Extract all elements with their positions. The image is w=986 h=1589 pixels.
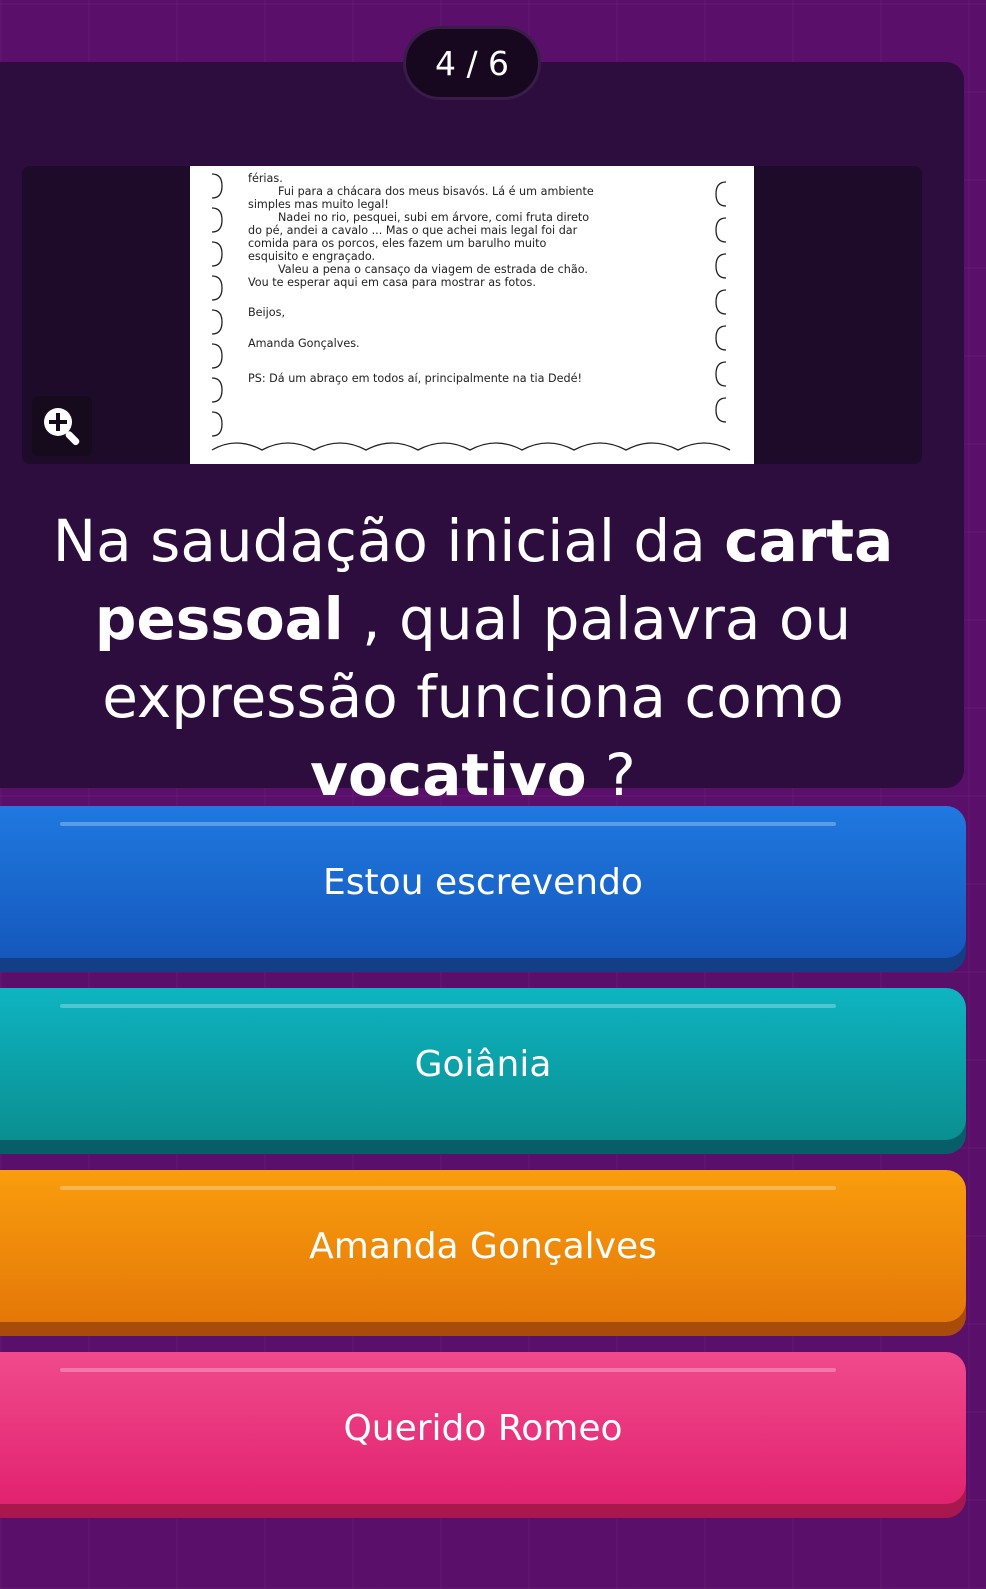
answer-label: Amanda Gonçalves (309, 1225, 657, 1267)
letter-line: Amanda Gonçalves. (248, 337, 360, 350)
letter-image: férias. Fui para a chácara dos meus bisa… (190, 166, 754, 464)
answer-label: Goiânia (414, 1043, 552, 1085)
letter-line: do pé, andei a cavalo ... Mas o que ache… (248, 224, 578, 237)
answer-option-2[interactable]: Goiânia (0, 988, 966, 1140)
question-card: férias. Fui para a chácara dos meus bisa… (0, 62, 964, 809)
letter-line: Nadei no rio, pesquei, subi em árvore, c… (278, 211, 590, 224)
question-emphasis: vocativo (310, 741, 587, 809)
answer-label: Estou escrevendo (323, 861, 643, 903)
question-text: Na saudação inicial da carta pessoal , q… (30, 502, 916, 814)
zoom-button[interactable] (32, 396, 92, 456)
letter-line: Valeu a pena o cansaço da viagem de estr… (278, 263, 588, 276)
answer-option-3[interactable]: Amanda Gonçalves (0, 1170, 966, 1322)
letter-line: esquisito e engraçado. (248, 250, 376, 263)
letter-line: PS: Dá um abraço em todos aí, principalm… (248, 372, 582, 385)
letter-line: Beijos, (248, 306, 286, 319)
question-part: Na saudação inicial da (52, 507, 725, 575)
answer-option-4[interactable]: Querido Romeo (0, 1352, 966, 1504)
letter-line: Fui para a chácara dos meus bisavós. Lá … (278, 185, 594, 198)
letter-line: férias. (248, 172, 283, 185)
letter-line: Vou te esperar aqui em casa para mostrar… (248, 276, 536, 289)
letter-text: férias. Fui para a chácara dos meus bisa… (248, 172, 698, 385)
answer-label: Querido Romeo (343, 1407, 623, 1449)
letter-line: simples mas muito legal! (248, 198, 389, 211)
answer-option-1[interactable]: Estou escrevendo (0, 806, 966, 958)
letter-line: comida para os porcos, eles fazem um bar… (248, 237, 547, 250)
zoom-in-icon (44, 408, 80, 446)
question-image[interactable]: férias. Fui para a chácara dos meus bisa… (22, 166, 922, 464)
question-counter: 4 / 6 (403, 26, 541, 100)
question-part: ? (586, 741, 636, 809)
